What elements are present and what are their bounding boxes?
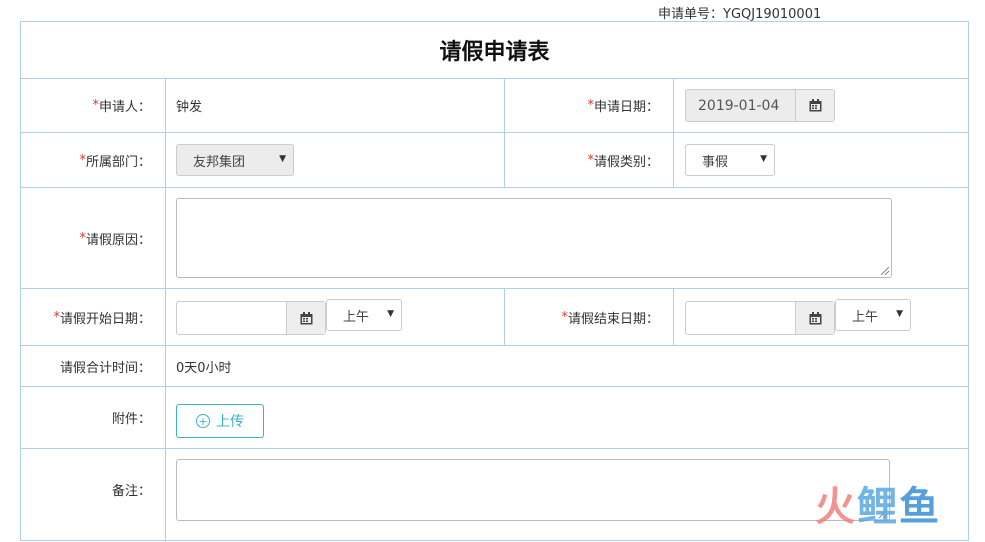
leave-application-form: 请假申请表 * 申请人： 钟发 * 申请日期： 2019-01-04 * 所属部门： — [20, 21, 969, 542]
row-dates: * 请假开始日期： 上午 ▼ * 请假结束日期： 上午 ▼ — [21, 289, 968, 346]
form-title: 请假申请表 — [21, 22, 968, 79]
caret-down-icon: ▼ — [387, 309, 394, 319]
applicant-label: 申请人： — [98, 99, 151, 115]
end-date-value — [686, 302, 795, 334]
start-date-field[interactable] — [176, 301, 326, 335]
calendar-icon[interactable] — [795, 90, 834, 121]
leave-type-select[interactable]: 事假 ▼ — [685, 144, 775, 176]
attachment-label: 附件： — [111, 412, 151, 427]
total-time-value: 0天0小时 — [176, 360, 232, 376]
plus-circle-icon: + — [196, 414, 210, 428]
upload-button[interactable]: + 上传 — [176, 404, 264, 438]
apply-date-field[interactable]: 2019-01-04 — [685, 89, 835, 122]
apply-date-value: 2019-01-04 — [698, 97, 780, 114]
caret-down-icon: ▼ — [279, 154, 286, 164]
end-period-value: 上午 — [852, 309, 879, 325]
start-period-select[interactable]: 上午 ▼ — [326, 299, 402, 331]
reason-textarea[interactable] — [176, 198, 892, 278]
start-period-value: 上午 — [343, 309, 370, 325]
calendar-icon[interactable] — [286, 302, 325, 334]
remarks-textarea[interactable] — [176, 459, 890, 521]
resize-grip-icon[interactable] — [881, 267, 889, 275]
leave-type-value: 事假 — [702, 154, 729, 170]
calendar-icon[interactable] — [795, 302, 834, 334]
end-date-label: 请假结束日期： — [567, 311, 659, 327]
remarks-label: 备注： — [111, 483, 151, 499]
apply-date-label: 申请日期： — [593, 99, 659, 115]
caret-down-icon: ▼ — [760, 154, 767, 164]
watermark-logo: 火鲤鱼 — [815, 484, 941, 530]
row-department: * 所属部门： 友邦集团 ▼ * 请假类别： 事假 ▼ — [21, 133, 968, 188]
end-date-field[interactable] — [685, 301, 835, 335]
start-date-value — [177, 302, 286, 334]
total-time-label: 请假合计时间： — [59, 360, 151, 376]
leave-type-label: 请假类别： — [593, 154, 659, 170]
form-number: 申请单号：YGQJ19010001 — [658, 7, 822, 22]
row-attachment: 附件： + 上传 — [21, 387, 968, 449]
department-value: 友邦集团 — [193, 154, 246, 170]
end-period-select[interactable]: 上午 ▼ — [835, 299, 911, 331]
start-date-label: 请假开始日期： — [59, 311, 151, 327]
row-reason: * 请假原因： — [21, 188, 968, 289]
upload-button-label: 上传 — [216, 414, 244, 430]
applicant-value: 钟发 — [176, 99, 203, 115]
department-label: 所属部门： — [85, 154, 151, 170]
reason-label: 请假原因： — [85, 232, 151, 248]
caret-down-icon: ▼ — [896, 309, 903, 319]
row-applicant: * 申请人： 钟发 * 申请日期： 2019-01-04 — [21, 78, 968, 133]
row-total-time: 请假合计时间： 0天0小时 — [21, 346, 968, 387]
department-select[interactable]: 友邦集团 ▼ — [176, 144, 294, 176]
